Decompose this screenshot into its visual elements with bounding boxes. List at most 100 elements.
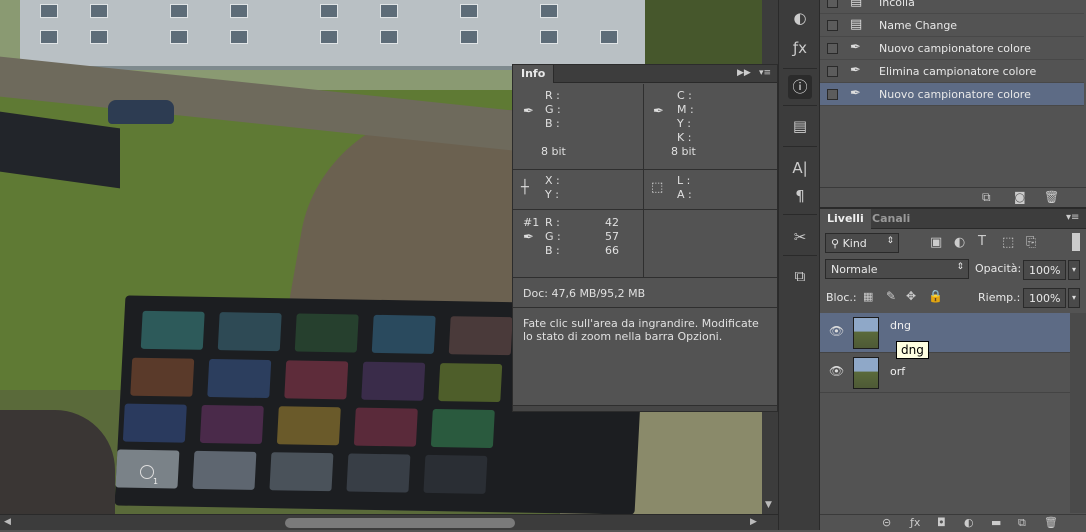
paragraph-icon[interactable]: ¶ <box>788 184 812 208</box>
layers-footer: ⊝ ƒx ◘ ◐ ▬ ⧉ 🗑 <box>820 514 1086 532</box>
doc-size-section: Doc: 47,6 MB/95,2 MB <box>513 278 777 308</box>
visibility-eye-icon[interactable]: 👁 <box>829 364 844 378</box>
scroll-right-arrow-icon[interactable]: ▶ <box>750 517 757 527</box>
color-sampler-readout: #1 ✒ R : G : B : 42 57 66 <box>513 210 777 278</box>
cmyk-bit-depth: 8 bit <box>671 145 696 158</box>
cmyk-k-label: K : <box>677 131 692 144</box>
opacity-value: 100% <box>1029 264 1061 277</box>
filter-kind-value: Kind <box>842 237 867 250</box>
image-car <box>108 100 174 124</box>
tool-presets-icon[interactable]: ✂ <box>788 225 812 249</box>
cmyk-m-label: M : <box>677 103 694 116</box>
sampler-b-value: 66 <box>605 244 619 257</box>
lock-all-icon[interactable]: 🔒 <box>928 289 943 303</box>
history-checkbox[interactable] <box>827 43 838 54</box>
history-item[interactable]: ✒ Nuovo campionatore colore <box>820 37 1084 60</box>
new-layer-icon[interactable]: ⧉ <box>1018 516 1026 530</box>
smartobject-filter-icon[interactable]: ⎘ <box>1026 235 1036 250</box>
dropdown-arrow-icon: ⇕ <box>956 262 964 272</box>
link-layers-icon[interactable]: ⊝ <box>882 516 891 529</box>
shape-filter-icon[interactable]: ⬚ <box>1002 235 1014 250</box>
history-item[interactable]: ✒ Elimina campionatore colore <box>820 60 1084 83</box>
cmyk-c-label: C : <box>677 89 692 102</box>
a-label: A : <box>677 188 692 201</box>
info-tab[interactable]: Info <box>513 65 555 83</box>
visibility-eye-icon[interactable]: 👁 <box>829 324 844 338</box>
image-head-silhouette <box>0 410 115 514</box>
history-item[interactable]: ▤ Name Change <box>820 14 1084 37</box>
opacity-input[interactable]: 100% <box>1023 260 1066 280</box>
history-checkbox[interactable] <box>827 20 838 31</box>
layers-scrollbar[interactable] <box>1070 313 1086 513</box>
character-icon[interactable]: A| <box>788 156 812 180</box>
new-group-folder-icon[interactable]: ▬ <box>991 516 1001 529</box>
3d-icon[interactable]: ⧉ <box>788 264 812 288</box>
info-panel-icon[interactable]: ⓘ <box>788 75 812 99</box>
horizontal-scrollbar[interactable]: ◀ ▶ <box>0 514 778 530</box>
dropdown-arrow-icon: ⇕ <box>886 236 894 246</box>
panel-menu-icon[interactable]: ▾≡ <box>759 68 771 78</box>
scroll-down-arrow-icon[interactable]: ▼ <box>765 500 772 510</box>
scroll-left-arrow-icon[interactable]: ◀ <box>4 517 11 527</box>
fill-arrow-icon[interactable]: ▾ <box>1068 288 1080 308</box>
adjustments-icon[interactable]: ◐ <box>788 6 812 30</box>
history-item-selected[interactable]: ✒ Nuovo campionatore colore <box>820 83 1084 106</box>
adjustment-filter-icon[interactable]: ◐ <box>954 235 965 250</box>
history-panel: ▤ Incolla ▤ Name Change ✒ Nuovo campiona… <box>820 0 1086 207</box>
info-position-readout: ┼ X : Y : ⬚ L : A : <box>513 170 777 210</box>
horizontal-scroll-thumb[interactable] <box>285 518 515 528</box>
history-item-label: Name Change <box>879 19 958 32</box>
selection-size-icon: ⬚ <box>651 180 664 195</box>
lock-transparent-icon[interactable]: ▦ <box>863 290 873 303</box>
history-item[interactable]: ▤ Incolla <box>820 0 1084 14</box>
type-filter-icon[interactable]: T <box>978 234 986 249</box>
sampler-r-value: 42 <box>605 216 619 229</box>
tab-livelli[interactable]: Livelli <box>820 209 871 229</box>
new-document-from-state-icon[interactable]: ⧉ <box>982 190 991 205</box>
eyedropper-cmyk-icon: ✒ <box>653 104 664 119</box>
filter-toggle[interactable] <box>1072 233 1080 251</box>
rgb-b-label: B : <box>545 117 560 130</box>
history-checkbox[interactable] <box>827 0 838 8</box>
snapshot-camera-icon[interactable]: ◙ <box>1014 190 1026 204</box>
opacity-arrow-icon[interactable]: ▾ <box>1068 260 1080 280</box>
filter-kind-dropdown[interactable]: ⚲ Kind ⇕ <box>825 233 899 253</box>
layer-row[interactable]: 👁 orf <box>820 353 1070 393</box>
info-panel-header: Info ▶▶ ▾≡ <box>513 65 777 83</box>
blend-mode-dropdown[interactable]: Normale ⇕ <box>825 259 969 279</box>
eyedropper-icon: ✒ <box>850 40 861 55</box>
document-icon: ▤ <box>850 17 863 32</box>
tab-canali[interactable]: Canali <box>865 209 917 229</box>
history-item-label: Nuovo campionatore colore <box>879 88 1031 101</box>
layer-row-selected[interactable]: 👁 dng <box>820 313 1070 353</box>
color-sampler-marker[interactable] <box>140 465 154 479</box>
history-item-label: Elimina campionatore colore <box>879 65 1037 78</box>
sampler-eyedropper-icon: ✒ <box>523 230 534 245</box>
styles-fx-icon[interactable]: ƒx <box>788 36 812 60</box>
history-checkbox[interactable] <box>827 66 838 77</box>
layer-name[interactable]: orf <box>890 365 905 378</box>
clone-source-icon[interactable]: ▤ <box>788 114 812 138</box>
eyedropper-icon: ✒ <box>850 86 861 101</box>
trash-icon[interactable]: 🗑 <box>1044 516 1058 529</box>
history-checkbox[interactable] <box>827 89 838 100</box>
lock-paint-icon[interactable]: ✎ <box>886 289 896 303</box>
resize-grip[interactable] <box>513 405 777 411</box>
lock-position-icon[interactable]: ✥ <box>906 289 916 303</box>
layer-name[interactable]: dng <box>890 319 911 332</box>
fill-label: Riemp.: <box>978 291 1021 304</box>
layer-style-fx-icon[interactable]: ƒx <box>910 516 920 529</box>
rgb-r-label: R : <box>545 89 560 102</box>
blend-mode-value: Normale <box>831 263 878 276</box>
y-label: Y : <box>545 188 559 201</box>
opacity-label: Opacità: <box>975 262 1022 275</box>
fill-input[interactable]: 100% <box>1023 288 1066 308</box>
adjustment-layer-icon[interactable]: ◐ <box>964 516 974 529</box>
collapse-icon[interactable]: ▶▶ <box>737 68 751 78</box>
layer-tooltip: dng <box>896 341 929 359</box>
layer-mask-icon[interactable]: ◘ <box>937 516 946 529</box>
panel-menu-icon[interactable]: ▾≡ <box>1066 212 1079 223</box>
trash-icon[interactable]: 🗑 <box>1044 190 1059 204</box>
eyedropper-icon: ✒ <box>523 104 534 119</box>
pixel-filter-icon[interactable]: ▣ <box>930 235 942 250</box>
